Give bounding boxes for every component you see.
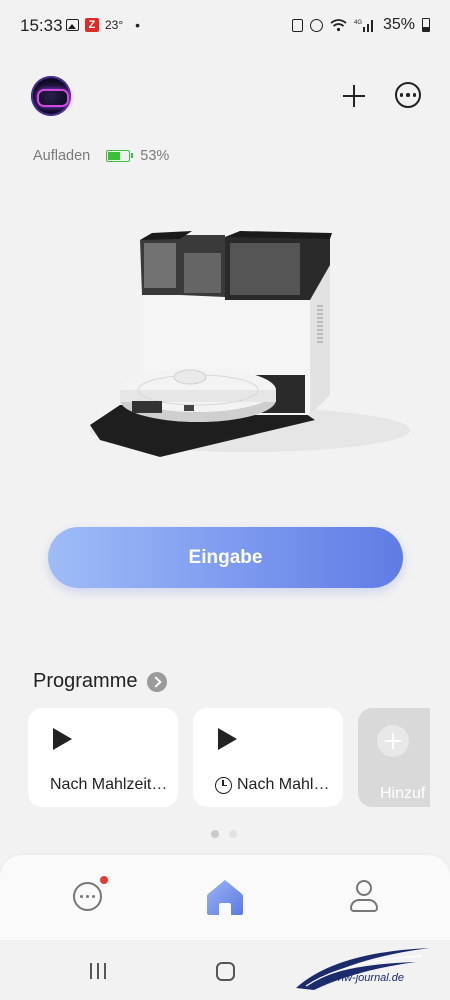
home-icon[interactable] [205, 877, 245, 917]
program-card-label: Nach Mahlzeit… [50, 776, 167, 794]
page-dot [229, 830, 237, 838]
device-status-row: Aufladen 53% [33, 148, 169, 164]
add-device-button[interactable] [338, 80, 370, 112]
device-battery-percent: 53% [140, 148, 170, 164]
watermark-text: hw-journal.de [338, 972, 405, 984]
chevron-right-icon[interactable] [147, 671, 168, 692]
status-left-icons: Z 23° • [66, 17, 140, 33]
notification-badge [100, 876, 108, 884]
page-indicator [211, 830, 237, 838]
profile-body [350, 899, 378, 912]
status-bar: 15:33 Z 23° • 4G 35% [0, 0, 450, 52]
more-dot [412, 93, 417, 97]
battery-icon [422, 18, 430, 32]
chat-icon[interactable] [73, 882, 102, 911]
profile-head [356, 880, 372, 896]
chat-dot [80, 895, 83, 898]
system-home-button[interactable] [216, 962, 235, 981]
status-temperature: 23° [105, 18, 124, 32]
enter-button[interactable]: Eingabe [48, 527, 403, 588]
status-time: 15:33 [20, 16, 63, 35]
status-battery-percent: 35% [382, 16, 415, 33]
clock-icon [215, 776, 232, 794]
robot-avatar[interactable] [31, 76, 71, 116]
charging-battery-icon [106, 150, 134, 162]
play-icon[interactable] [53, 728, 72, 750]
app-screen: 15:33 Z 23° • 4G 35% Aufladen 53% Eingab… [0, 0, 450, 1000]
watermark-logo [296, 948, 430, 990]
image-icon [66, 19, 79, 31]
bottom-nav [0, 855, 450, 940]
program-card[interactable]: Nach Mahl… [193, 708, 343, 807]
dot-icon: • [135, 17, 141, 33]
signal-icon: 4G [354, 20, 373, 32]
more-dot [406, 93, 410, 97]
sim-icon [291, 18, 303, 32]
add-program-card[interactable]: Hinzuf [358, 708, 430, 807]
play-icon[interactable] [218, 728, 237, 750]
program-name: Nach Mahlzeit… [50, 776, 168, 793]
wifi-icon [330, 19, 347, 32]
system-nav-bar: hw-journal.de [0, 940, 450, 1000]
chat-dot [92, 895, 95, 898]
add-circle-icon [377, 725, 409, 757]
robot-vacuum-image [90, 231, 410, 457]
alarm-icon [309, 18, 323, 32]
program-name: Nach Mahl… [237, 776, 330, 793]
profile-icon[interactable] [350, 879, 378, 913]
chat-dot [86, 895, 89, 898]
z-app-icon: Z [85, 18, 99, 32]
programs-title: Programme [33, 670, 138, 692]
page-dot-active [211, 830, 219, 838]
program-card-label: Nach Mahl… [215, 776, 329, 794]
programs-header[interactable]: Programme [33, 670, 168, 693]
more-options-button[interactable] [395, 82, 421, 108]
recent-apps-button[interactable] [90, 963, 106, 979]
add-program-label: Hinzuf [380, 785, 426, 802]
status-right-icons: 4G 35% [291, 16, 430, 34]
device-state-label: Aufladen [33, 148, 91, 164]
more-dot [399, 93, 404, 97]
network-type: 4G [354, 20, 362, 26]
program-card[interactable]: Nach Mahlzeit… [28, 708, 178, 807]
